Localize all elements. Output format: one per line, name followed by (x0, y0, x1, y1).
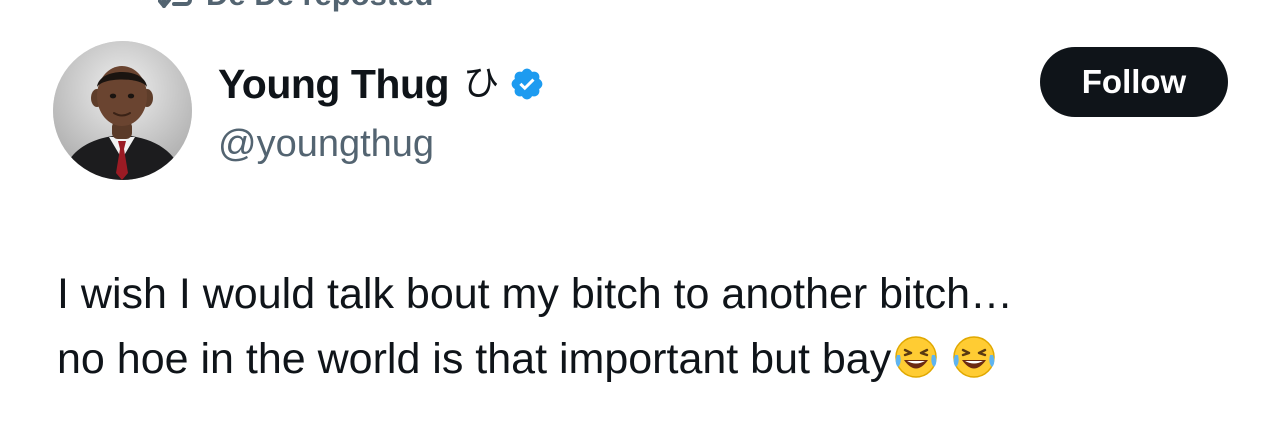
tweet-text: I wish I would talk bout my bitch to ano… (57, 262, 1247, 392)
author-name-row[interactable]: Young Thug ひ (218, 60, 545, 108)
author-name-glyph: ひ (463, 63, 500, 104)
laughing-tears-emoji-icon (951, 333, 997, 379)
repost-label: De De reposted (206, 0, 433, 13)
repost-indicator[interactable]: De De reposted (158, 0, 433, 13)
author-handle[interactable]: @youngthug (218, 121, 434, 167)
laughing-tears-emoji-icon (893, 333, 939, 379)
tweet-line-1: I wish I would talk bout my bitch to ano… (57, 270, 1014, 318)
follow-button[interactable]: Follow (1040, 47, 1228, 117)
verified-badge-icon[interactable] (509, 66, 545, 102)
tweet-line-2-text: no hoe in the world is that important bu… (57, 335, 892, 383)
tweet-line-2: no hoe in the world is that important bu… (57, 327, 1247, 392)
repost-icon (158, 0, 196, 10)
avatar[interactable] (53, 41, 192, 180)
author-display-name[interactable]: Young Thug (218, 60, 450, 108)
avatar-photo (53, 41, 192, 180)
